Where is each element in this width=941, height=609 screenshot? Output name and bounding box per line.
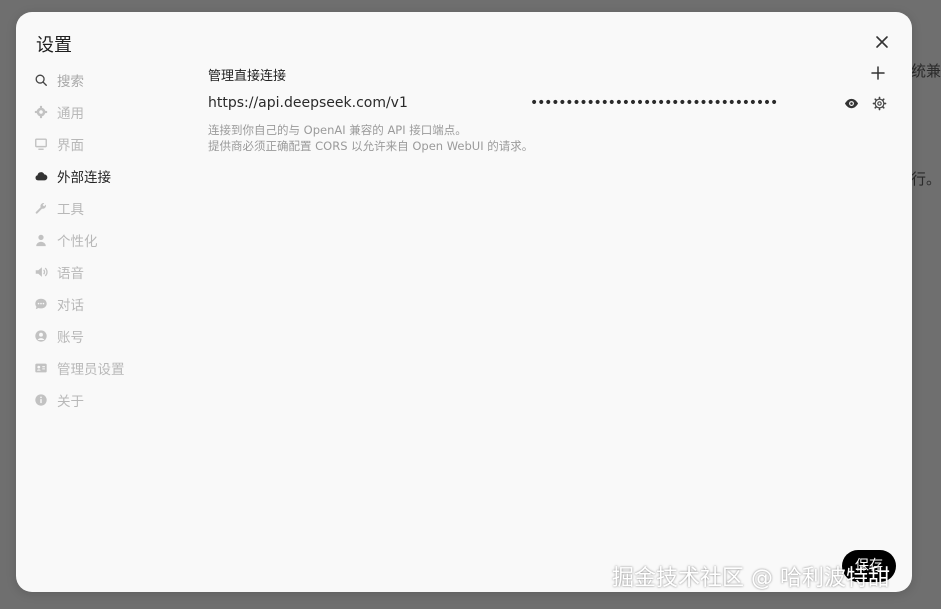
plus-icon	[871, 66, 885, 80]
add-connection-button[interactable]	[870, 65, 888, 83]
sidebar-item-interface[interactable]: 界面	[33, 128, 183, 160]
section-title: 管理直接连接	[208, 68, 287, 84]
sidebar-item-account[interactable]: 账号	[33, 320, 183, 352]
sidebar-item-general[interactable]: 通用	[33, 96, 183, 128]
sidebar-item-label: 语音	[57, 266, 84, 282]
connections-panel: 管理直接连接 https://api.deepseek.com/v1 •••••…	[208, 64, 888, 154]
sidebar-item-tools[interactable]: 工具	[33, 192, 183, 224]
sidebar-item-admin-settings[interactable]: 管理员设置	[33, 352, 183, 384]
gear-icon	[872, 96, 886, 110]
modal-title: 设置	[36, 35, 72, 56]
sidebar-item-label: 管理员设置	[57, 362, 125, 378]
help-line: 连接到你自己的与 OpenAI 兼容的 API 接口端点。	[208, 123, 467, 137]
sidebar-item-label: 关于	[57, 394, 84, 410]
toggle-visibility-button[interactable]	[842, 94, 860, 112]
settings-sidebar: 搜索 通用 界面 外部连接 工具 个性化 语音 对话 账号 管理员设置 关于	[33, 64, 183, 416]
help-line: 提供商必须正确配置 CORS 以允许来自 Open WebUI 的请求。	[208, 139, 534, 153]
info-icon	[33, 392, 49, 408]
sidebar-item-label: 搜索	[57, 74, 84, 90]
connection-url-field[interactable]: https://api.deepseek.com/v1	[208, 95, 526, 111]
account-icon	[33, 328, 49, 344]
sidebar-item-about[interactable]: 关于	[33, 384, 183, 416]
sidebar-item-label: 通用	[57, 106, 84, 122]
sidebar-item-label: 对话	[57, 298, 84, 314]
speaker-icon	[33, 264, 49, 280]
api-key-field[interactable]: •••••••••••••••••••••••••••••••••••	[530, 95, 818, 111]
close-button[interactable]	[872, 32, 892, 52]
search-icon	[33, 72, 49, 88]
sidebar-item-connections[interactable]: 外部连接	[33, 160, 183, 192]
cloud-icon	[33, 168, 49, 184]
connection-row: https://api.deepseek.com/v1 ••••••••••••…	[208, 90, 888, 116]
chat-icon	[33, 296, 49, 312]
sidebar-item-search[interactable]: 搜索	[33, 64, 183, 96]
gear-icon	[33, 104, 49, 120]
settings-modal: 设置 搜索 通用 界面 外部连接 工具 个性化 语音 对话 账号 管理员设置 关…	[16, 12, 912, 592]
section-header: 管理直接连接	[208, 64, 888, 84]
connection-settings-button[interactable]	[870, 94, 888, 112]
eye-icon	[844, 98, 858, 108]
monitor-icon	[33, 136, 49, 152]
sidebar-item-label: 工具	[57, 202, 84, 218]
sidebar-item-chats[interactable]: 对话	[33, 288, 183, 320]
user-icon	[33, 232, 49, 248]
close-icon	[876, 36, 888, 48]
sidebar-item-label: 个性化	[57, 234, 98, 250]
sidebar-item-label: 账号	[57, 330, 84, 346]
id-card-icon	[33, 360, 49, 376]
sidebar-item-label: 外部连接	[57, 170, 111, 186]
sidebar-item-audio[interactable]: 语音	[33, 256, 183, 288]
sidebar-item-personalization[interactable]: 个性化	[33, 224, 183, 256]
sidebar-item-label: 界面	[57, 138, 84, 154]
connection-help-text: 连接到你自己的与 OpenAI 兼容的 API 接口端点。 提供商必须正确配置 …	[208, 122, 888, 154]
watermark: 掘金技术社区 @ 哈利波特甜	[612, 566, 890, 591]
wrench-icon	[33, 200, 49, 216]
